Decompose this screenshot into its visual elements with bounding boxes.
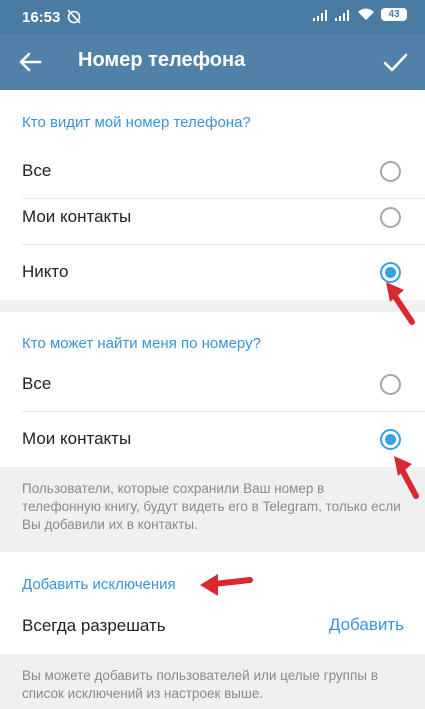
exceptions-note: Вы можете добавить пользователей или цел…	[0, 654, 425, 709]
option-label: Мои контакты	[22, 429, 132, 448]
always-allow-label: Всегда разрешать	[22, 616, 166, 635]
signal-icon-2	[335, 9, 349, 21]
option-label: Все	[22, 161, 52, 180]
visibility-option-nobody[interactable]: Никто	[0, 245, 425, 300]
app-bar: Номер телефона	[0, 34, 425, 90]
section-gap	[0, 300, 425, 312]
system-icons: 43	[313, 8, 407, 21]
radio-button[interactable]	[380, 374, 401, 395]
find-section-title: Кто может найти меня по номеру?	[22, 335, 261, 352]
annotation-arrow	[394, 456, 419, 499]
annotation-arrow	[200, 574, 253, 596]
find-section-note: Пользователи, которые сохранили Ваш номе…	[0, 467, 425, 552]
radio-button-selected[interactable]	[380, 429, 401, 450]
option-label: Мои контакты	[22, 207, 132, 226]
always-allow-row[interactable]: Всегда разрешать Добавить	[0, 599, 425, 654]
add-button[interactable]: Добавить	[329, 615, 404, 635]
wifi-icon	[358, 8, 374, 20]
radio-button[interactable]	[380, 161, 401, 182]
exceptions-section: Добавить исключения Всегда разрешать Доб…	[0, 552, 425, 654]
annotation-arrow	[386, 282, 415, 325]
signal-icon	[313, 9, 327, 21]
find-option-everyone[interactable]: Все	[0, 357, 425, 412]
option-label: Никто	[22, 262, 69, 281]
radio-button[interactable]	[380, 207, 401, 228]
page-title: Номер телефона	[78, 49, 246, 71]
status-bar: 16:53 43	[0, 0, 425, 34]
status-time: 16:53	[22, 9, 61, 26]
alarm-off-icon	[67, 9, 81, 24]
add-exceptions-title: Добавить исключения	[22, 576, 176, 593]
battery-indicator: 43	[381, 8, 407, 21]
confirm-check-icon[interactable]	[379, 46, 411, 78]
visibility-option-contacts[interactable]: Мои контакты	[0, 190, 425, 245]
option-label: Все	[22, 374, 52, 393]
visibility-section: Кто видит мой номер телефона? Все Мои ко…	[0, 90, 425, 300]
visibility-section-title: Кто видит мой номер телефона?	[22, 114, 251, 131]
find-option-contacts[interactable]: Мои контакты	[0, 412, 425, 467]
back-arrow-icon[interactable]	[14, 46, 46, 78]
find-section: Кто может найти меня по номеру? Все Мои …	[0, 312, 425, 467]
